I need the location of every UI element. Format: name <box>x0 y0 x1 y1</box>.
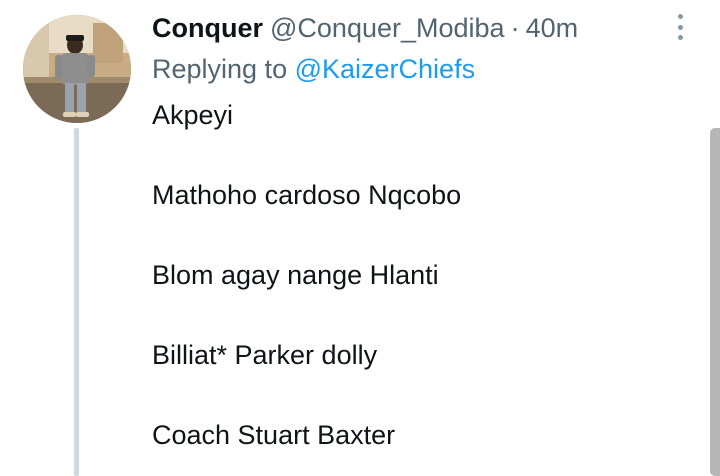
display-name[interactable]: Conquer <box>152 10 263 46</box>
replying-to-prefix: Replying to <box>152 54 295 84</box>
more-dot <box>677 24 683 30</box>
separator-dot: · <box>510 13 520 43</box>
tweet-text-line: Akpeyi <box>152 100 234 130</box>
avatar-photo <box>23 15 131 123</box>
scrollbar[interactable] <box>710 128 720 476</box>
tweet-text-line: Mathoho cardoso Nqcobo <box>152 180 462 210</box>
avatar[interactable] <box>23 15 131 123</box>
mention-link[interactable]: @KaizerChiefs <box>295 54 475 84</box>
tweet-text-line: Coach Stuart Baxter <box>152 420 396 450</box>
tweet-text-line: Blom agay nange Hlanti <box>152 260 439 290</box>
more-dot <box>677 14 683 19</box>
replying-to: Replying to @KaizerChiefs <box>152 51 475 87</box>
more-dot <box>677 35 683 40</box>
more-horizontal-dots-icon[interactable] <box>668 12 692 42</box>
tweet-text-line: Billiat* Parker dolly <box>152 340 378 370</box>
tweet-header: Conquer @Conquer_Modiba · 40m <box>152 10 578 46</box>
thread-line <box>74 128 79 476</box>
timestamp[interactable]: 40m <box>526 10 579 46</box>
tweet[interactable]: Conquer @Conquer_Modiba · 40m Replying t… <box>0 0 720 476</box>
user-handle[interactable]: @Conquer_Modiba <box>270 10 505 46</box>
